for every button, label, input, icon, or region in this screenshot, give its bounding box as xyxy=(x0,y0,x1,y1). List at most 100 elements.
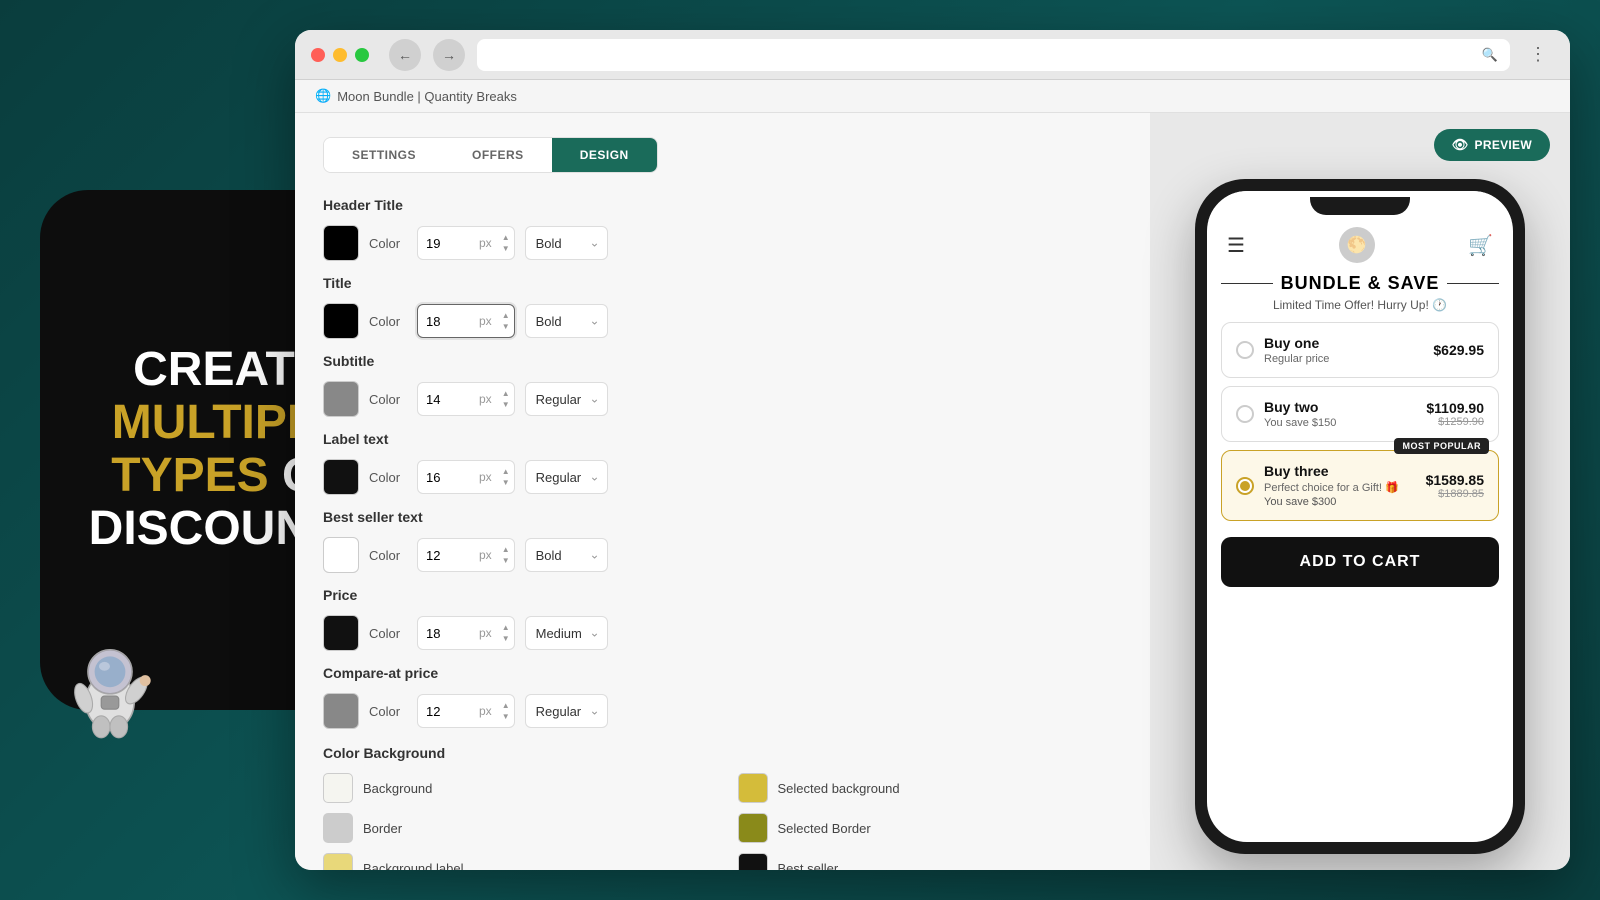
browser-content: SETTINGS OFFERS DESIGN Header Title Colo… xyxy=(295,113,1570,870)
title-color-label: Color xyxy=(369,314,407,329)
label-text-size-field[interactable] xyxy=(418,470,473,485)
header-title-size-arrows[interactable]: ▲▼ xyxy=(498,232,514,254)
phone-body: BUNDLE & SAVE Limited Time Offer! Hurry … xyxy=(1207,273,1513,842)
best-seller-size-field[interactable] xyxy=(418,548,473,563)
header-title-style-select[interactable]: BoldRegularMedium xyxy=(525,226,608,260)
bundle-desc-two: You save $150 xyxy=(1264,417,1416,429)
color-grid: Background Selected background Border Se… xyxy=(323,773,1122,870)
header-title-size-input[interactable]: px ▲▼ xyxy=(417,226,515,260)
search-icon: 🔍 xyxy=(1482,47,1498,63)
bundle-option-one[interactable]: Buy one Regular price $629.95 xyxy=(1221,322,1499,378)
border-label: Border xyxy=(363,821,402,836)
forward-button[interactable]: → xyxy=(433,39,465,71)
best-seller-swatch[interactable] xyxy=(738,853,768,870)
compare-price-size-input[interactable]: px ▲▼ xyxy=(417,694,515,728)
bundle-price-col-one: $629.95 xyxy=(1433,342,1484,358)
bundle-price-three: $1589.85 xyxy=(1426,472,1484,488)
minimize-button[interactable] xyxy=(333,48,347,62)
price-section: Price xyxy=(323,587,1122,603)
best-seller-size-input[interactable]: px ▲▼ xyxy=(417,538,515,572)
best-seller-style-select[interactable]: BoldRegularMedium xyxy=(525,538,608,572)
tab-offers[interactable]: OFFERS xyxy=(444,138,552,172)
phone-notch-bar xyxy=(1207,191,1513,221)
title-color-swatch[interactable] xyxy=(323,303,359,339)
header-title-color-swatch[interactable] xyxy=(323,225,359,261)
label-text-color-swatch[interactable] xyxy=(323,459,359,495)
bundle-info-two: Buy two You save $150 xyxy=(1264,399,1416,429)
tab-settings[interactable]: SETTINGS xyxy=(324,138,444,172)
compare-price-row: Color px ▲▼ RegularBoldMedium xyxy=(323,693,1122,729)
selected-background-swatch[interactable] xyxy=(738,773,768,803)
price-size-input[interactable]: px ▲▼ xyxy=(417,616,515,650)
radio-three[interactable] xyxy=(1236,477,1254,495)
radio-one[interactable] xyxy=(1236,341,1254,359)
border-color-item: Border xyxy=(323,813,708,843)
preview-btn-label: PREVIEW xyxy=(1475,138,1532,152)
best-seller-text-section: Best seller text xyxy=(323,509,1122,525)
compare-price-style-select[interactable]: RegularBoldMedium xyxy=(525,694,608,728)
bg-label-color-item: Background label xyxy=(323,853,708,870)
subtitle-row: Color px ▲▼ RegularBoldMedium xyxy=(323,381,1122,417)
preview-button[interactable]: 👁 PREVIEW xyxy=(1434,129,1550,161)
background-label-swatch[interactable] xyxy=(323,853,353,870)
title-size-arrows[interactable]: ▲▼ xyxy=(498,310,514,332)
background-swatch[interactable] xyxy=(323,773,353,803)
settings-panel: SETTINGS OFFERS DESIGN Header Title Colo… xyxy=(295,113,1150,870)
breadcrumb: Moon Bundle | Quantity Breaks xyxy=(337,89,517,104)
subtitle-color-swatch[interactable] xyxy=(323,381,359,417)
compare-price-color-label: Color xyxy=(369,704,407,719)
price-size-field[interactable] xyxy=(418,626,473,641)
bundle-compare-three: $1889.85 xyxy=(1426,488,1484,500)
subtitle-section: Subtitle xyxy=(323,353,1122,369)
radio-two[interactable] xyxy=(1236,405,1254,423)
label-text-style-select[interactable]: RegularBoldMedium xyxy=(525,460,608,494)
bundle-save-three: You save $300 xyxy=(1264,496,1416,508)
title-row: Color px ▲▼ BoldRegularMedium xyxy=(323,303,1122,339)
globe-icon: 🌐 xyxy=(315,88,331,104)
subtitle-style-select[interactable]: RegularBoldMedium xyxy=(525,382,608,416)
title-style-select[interactable]: BoldRegularMedium xyxy=(525,304,608,338)
selected-border-label: Selected Border xyxy=(778,821,871,836)
browser-toolbar: 🌐 Moon Bundle | Quantity Breaks xyxy=(295,80,1570,113)
border-swatch[interactable] xyxy=(323,813,353,843)
close-button[interactable] xyxy=(311,48,325,62)
header-title-size-field[interactable] xyxy=(418,236,473,251)
most-popular-badge: MOST POPULAR xyxy=(1394,438,1489,454)
price-style-select[interactable]: MediumBoldRegular xyxy=(525,616,608,650)
add-to-cart-button[interactable]: ADD TO CART xyxy=(1221,537,1499,587)
header-title-style-wrap: BoldRegularMedium xyxy=(525,226,608,260)
address-bar[interactable]: 🔍 xyxy=(477,39,1510,71)
bundle-header: BUNDLE & SAVE Limited Time Offer! Hurry … xyxy=(1221,273,1499,312)
bundle-price-one: $629.95 xyxy=(1433,342,1484,358)
title-size-field[interactable] xyxy=(418,314,473,329)
compare-price-color-swatch[interactable] xyxy=(323,693,359,729)
bg-color-item: Background xyxy=(323,773,708,803)
label-text-size-input[interactable]: px ▲▼ xyxy=(417,460,515,494)
title-size-input[interactable]: px ▲▼ xyxy=(417,304,515,338)
subtitle-size-field[interactable] xyxy=(418,392,473,407)
hamburger-icon[interactable]: ☰ xyxy=(1227,233,1245,258)
selected-background-label: Selected background xyxy=(778,781,900,796)
bundle-desc-one: Regular price xyxy=(1264,353,1423,365)
maximize-button[interactable] xyxy=(355,48,369,62)
compare-price-size-field[interactable] xyxy=(418,704,473,719)
selected-border-swatch[interactable] xyxy=(738,813,768,843)
tab-design[interactable]: DESIGN xyxy=(552,138,657,172)
label-text-section: Label text xyxy=(323,431,1122,447)
bundle-info-three: Buy three Perfect choice for a Gift! 🎁 Y… xyxy=(1264,463,1416,508)
bundle-name-two: Buy two xyxy=(1264,399,1416,415)
bundle-compare-two: $1259.90 xyxy=(1426,416,1484,428)
price-color-swatch[interactable] xyxy=(323,615,359,651)
more-button[interactable]: ⋮ xyxy=(1522,39,1554,71)
bundle-option-three[interactable]: Buy three Perfect choice for a Gift! 🎁 Y… xyxy=(1221,450,1499,521)
bundle-desc-three: Perfect choice for a Gift! 🎁 xyxy=(1264,481,1416,494)
best-seller-color-swatch[interactable] xyxy=(323,537,359,573)
bundle-option-three-wrap: MOST POPULAR Buy three Perfect choice fo… xyxy=(1221,450,1499,529)
traffic-lights xyxy=(311,48,369,62)
bundle-option-two[interactable]: Buy two You save $150 $1109.90 $1259.90 xyxy=(1221,386,1499,442)
subtitle-size-input[interactable]: px ▲▼ xyxy=(417,382,515,416)
back-button[interactable]: ← xyxy=(389,39,421,71)
header-title-row: Color px ▲▼ BoldRegularMedium xyxy=(323,225,1122,261)
best-seller-color-label: Color xyxy=(369,548,407,563)
cart-icon[interactable]: 🛒 xyxy=(1468,233,1493,258)
